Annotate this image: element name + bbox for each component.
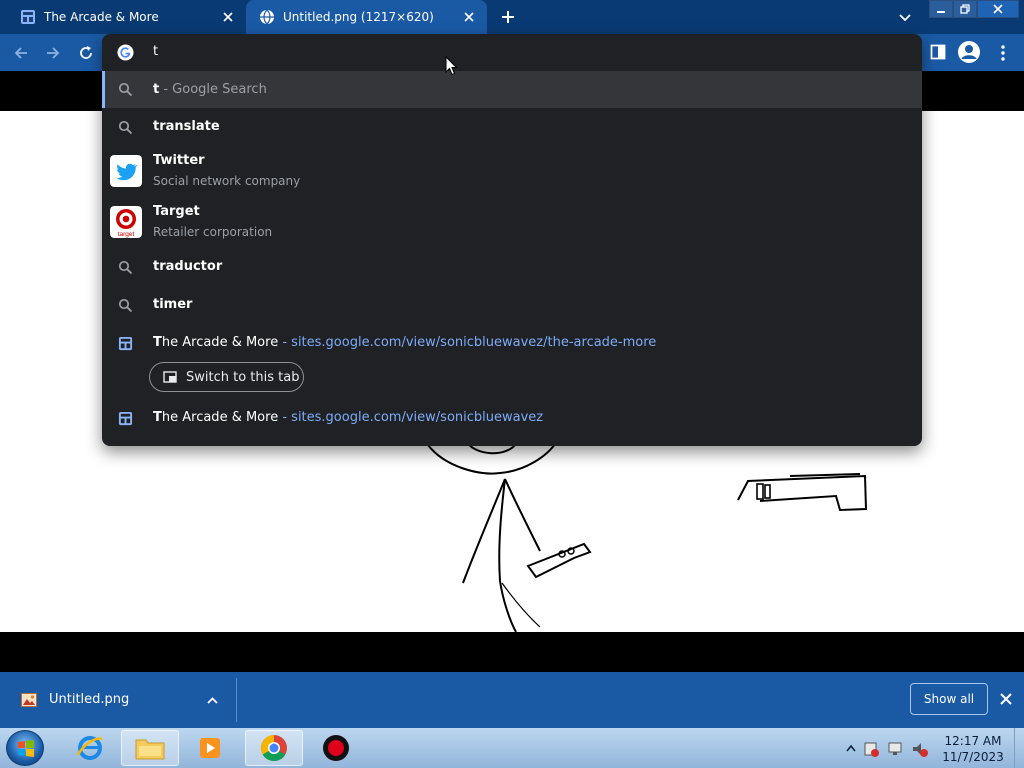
internet-explorer-icon <box>76 736 103 760</box>
search-icon <box>118 120 133 135</box>
switch-to-tab-button[interactable]: Switch to this tab <box>149 362 304 392</box>
system-tray-icons <box>846 742 928 757</box>
tab-title: The Arcade & More <box>44 10 159 24</box>
tab-strip: The Arcade & More Untitled.png (1217×620… <box>0 0 1024 34</box>
taskbar-file-explorer[interactable] <box>121 730 179 766</box>
twitter-logo-icon <box>110 155 142 187</box>
address-bar[interactable]: t <box>102 34 922 71</box>
file-explorer-icon <box>135 739 165 760</box>
tab-title: Untitled.png (1217×620) <box>283 10 434 24</box>
suggestion-text: traductor <box>153 259 223 274</box>
show-hidden-icons-chevron-icon <box>846 744 856 752</box>
taskbar-chrome[interactable] <box>245 730 303 766</box>
suggestion-timer[interactable]: timer <box>102 287 922 325</box>
system-tray <box>845 740 931 762</box>
restore-button[interactable] <box>953 0 977 18</box>
close-icon <box>993 4 1003 14</box>
suggestion-subtitle: Social network company <box>153 174 301 188</box>
reload-icon[interactable] <box>77 44 95 62</box>
target-logo-text: target <box>118 231 135 238</box>
minimize-button[interactable] <box>929 0 953 18</box>
close-download-shelf-icon[interactable] <box>999 692 1013 706</box>
suggestion-text: t - Google Search <box>153 82 267 97</box>
suggestion-twitter[interactable]: Twitter Social network company <box>102 146 922 197</box>
close-window-button[interactable] <box>977 0 1019 18</box>
google-sites-icon <box>21 10 35 24</box>
taskbar-media-player[interactable] <box>181 730 239 766</box>
switch-to-tab-label: Switch to this tab <box>186 369 300 385</box>
chevron-up-icon[interactable] <box>206 694 219 707</box>
recorder-icon <box>323 735 349 761</box>
search-icon <box>118 298 133 313</box>
google-sites-icon <box>118 336 133 351</box>
google-g-icon <box>117 44 134 61</box>
restore-icon <box>960 4 970 14</box>
network-icon <box>888 742 902 753</box>
tab-the-arcade-and-more[interactable]: The Arcade & More <box>0 0 246 34</box>
tab-untitled-png[interactable]: Untitled.png (1217×620) <box>246 0 487 34</box>
search-icon <box>118 82 133 97</box>
download-item[interactable]: Untitled.png <box>0 672 236 728</box>
suggestion-text: The Arcade & More - sites.google.com/vie… <box>153 335 657 350</box>
download-shelf: Untitled.png <box>0 672 1024 728</box>
target-logo-icon: target <box>110 206 142 238</box>
image-file-icon <box>21 693 37 707</box>
suggestion-open-tab-arcade[interactable]: The Arcade & More - sites.google.com/vie… <box>102 325 922 362</box>
new-tab-plus-icon[interactable] <box>500 9 516 25</box>
minimize-icon <box>937 11 945 13</box>
suggestion-translate[interactable]: translate <box>102 108 922 146</box>
forward-arrow-icon[interactable] <box>44 44 62 62</box>
clock-time: 12:17 AM <box>944 734 1002 748</box>
start-button[interactable] <box>6 730 44 766</box>
close-tab-icon[interactable] <box>220 9 236 25</box>
show-all-downloads-button[interactable]: Show all <box>910 683 988 715</box>
taskbar-internet-explorer[interactable] <box>61 730 119 766</box>
download-divider <box>236 678 237 722</box>
mouse-cursor-icon <box>445 56 457 76</box>
suggestion-subtitle: Retailer corporation <box>153 225 273 239</box>
google-sites-icon <box>118 411 133 426</box>
suggestion-google-search[interactable]: t - Google Search <box>102 71 922 108</box>
suggestion-target[interactable]: target Target Retailer corporation <box>102 197 922 249</box>
switch-tab-icon <box>163 371 177 383</box>
omnibox-dropdown: t t - Google Search translate Twitter So… <box>102 34 922 446</box>
profile-avatar[interactable] <box>958 41 980 63</box>
taskbar-recorder[interactable] <box>307 730 365 766</box>
media-player-icon <box>200 738 220 758</box>
chrome-icon <box>260 734 287 762</box>
suggestion-text: timer <box>153 297 193 312</box>
side-panel-icon[interactable] <box>930 44 946 60</box>
suggestion-text: The Arcade & More - sites.google.com/vie… <box>153 410 544 425</box>
page-background-bottom <box>0 632 1024 672</box>
suggestion-text: Twitter <box>153 153 205 168</box>
close-tab-icon[interactable] <box>461 9 477 25</box>
clock-date: 11/7/2023 <box>942 750 1004 764</box>
show-desktop-button[interactable] <box>1014 728 1024 768</box>
suggestion-text: translate <box>153 119 220 134</box>
more-menu-icon[interactable] <box>996 44 1010 62</box>
search-icon <box>118 260 133 275</box>
address-bar-input-value[interactable]: t <box>153 44 158 59</box>
suggestion-text: Target <box>153 204 200 219</box>
globe-icon <box>260 9 274 25</box>
person-icon <box>961 45 977 59</box>
suggestion-history-arcade[interactable]: The Arcade & More - sites.google.com/vie… <box>102 400 922 438</box>
windows-taskbar: 12:17 AM 11/7/2023 <box>0 728 1024 768</box>
windows-logo-icon <box>18 740 34 757</box>
back-arrow-icon[interactable] <box>12 44 30 62</box>
suggestion-traductor[interactable]: traductor <box>102 249 922 287</box>
download-filename: Untitled.png <box>49 692 130 707</box>
tab-search-chevron-icon[interactable] <box>897 9 913 25</box>
system-clock[interactable]: 12:17 AM 11/7/2023 <box>934 733 1012 765</box>
volume-muted-icon <box>913 743 921 755</box>
